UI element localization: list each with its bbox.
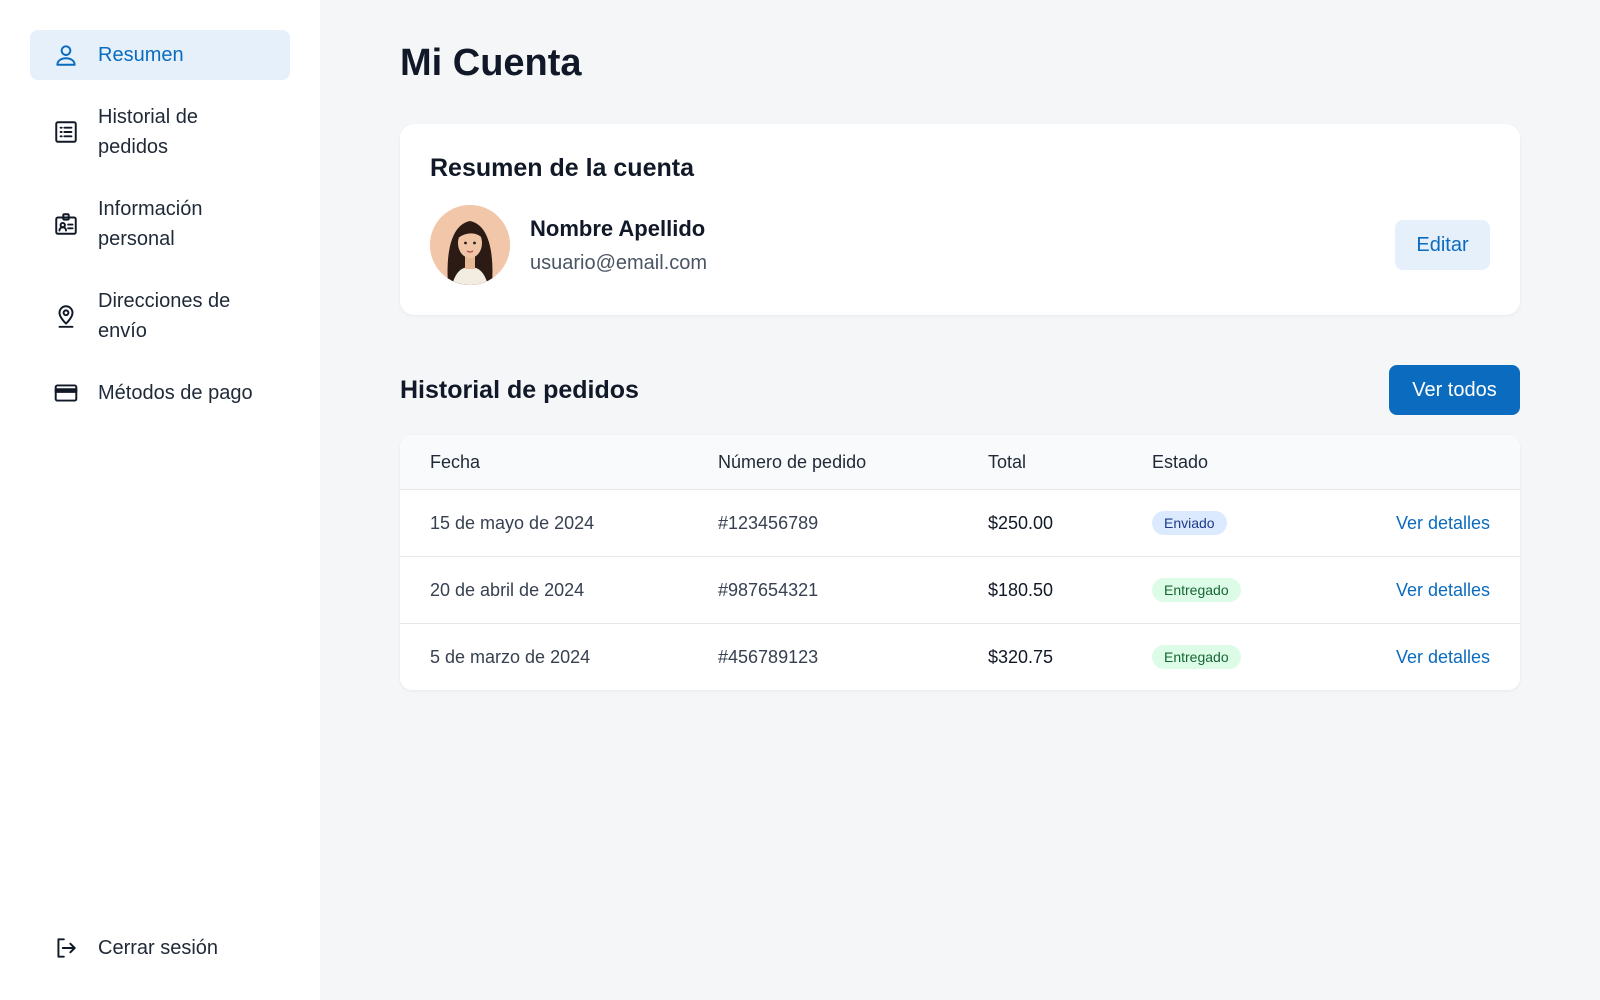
orders-title: Historial de pedidos [400,375,639,404]
sidebar-nav: Resumen Historial de pedidos Información… [30,30,290,418]
page-title: Mi Cuenta [400,42,582,84]
order-number: #456789123 [718,646,819,667]
logout-label: Cerrar sesión [98,936,219,959]
sidebar-item-label: Resumen [98,44,184,66]
sidebar-item-label: Información personal [98,198,203,250]
status-badge: Entregado [1152,578,1241,602]
column-header-order-number: Número de pedido [718,451,867,472]
order-action-cell: Ver detalles [1352,513,1490,534]
table-row: 15 de mayo de 2024 #123456789 $250.00 En… [400,489,1520,556]
order-action-cell: Ver detalles [1352,580,1490,601]
sidebar-item-direcciones[interactable]: Direcciones de envío [30,276,290,356]
list-icon [52,118,80,146]
profile-email: usuario@email.com [530,251,708,274]
profile-info: Nombre Apellido usuario@email.com [530,216,1395,275]
app: Resumen Historial de pedidos Información… [0,0,1600,1000]
id-card-icon [52,210,80,238]
location-pin-icon [52,302,80,330]
logout-button[interactable]: Cerrar sesión [30,924,290,972]
sidebar-item-historial[interactable]: Historial de pedidos [30,92,290,172]
profile-row: Nombre Apellido usuario@email.com Editar [430,205,1490,285]
sidebar-item-resumen[interactable]: Resumen [30,30,290,80]
order-number: #123456789 [718,512,819,533]
column-header-total: Total [988,451,1027,472]
sidebar-item-label: Métodos de pago [98,382,253,404]
view-details-link[interactable]: Ver detalles [1396,513,1490,533]
order-status-cell: Entregado [1152,645,1352,669]
sidebar-item-label: Historial de pedidos [98,106,199,158]
order-total: $180.50 [988,579,1054,600]
order-status-cell: Enviado [1152,511,1352,535]
user-icon [52,41,80,69]
edit-button[interactable]: Editar [1395,220,1490,270]
profile-name: Nombre Apellido [530,215,706,241]
orders-header: Historial de pedidos Ver todos [400,365,1520,415]
table-row: 20 de abril de 2024 #987654321 $180.50 E… [400,556,1520,623]
orders-table: Fecha Número de pedido Total Estado 15 d… [400,435,1520,690]
account-summary-card: Resumen de la cuenta Nombre Apellido usu… [400,124,1520,315]
order-date: 5 de marzo de 2024 [430,646,591,667]
table-header-row: Fecha Número de pedido Total Estado [400,435,1520,489]
order-total: $250.00 [988,512,1054,533]
view-all-button[interactable]: Ver todos [1389,365,1520,415]
order-number: #987654321 [718,579,819,600]
main-content: Mi Cuenta Resumen de la cuenta Nombre Ap… [320,0,1600,1000]
order-date: 20 de abril de 2024 [430,579,585,600]
sidebar-item-metodos-pago[interactable]: Métodos de pago [30,368,290,418]
status-badge: Entregado [1152,645,1241,669]
credit-card-icon [52,379,80,407]
view-details-link[interactable]: Ver detalles [1396,580,1490,600]
order-action-cell: Ver detalles [1352,647,1490,668]
avatar [430,205,510,285]
table-row: 5 de marzo de 2024 #456789123 $320.75 En… [400,623,1520,690]
sidebar-item-label: Direcciones de envío [98,290,231,342]
sidebar: Resumen Historial de pedidos Información… [0,0,320,1000]
order-status-cell: Entregado [1152,578,1352,602]
account-summary-title: Resumen de la cuenta [430,154,694,182]
view-details-link[interactable]: Ver detalles [1396,647,1490,667]
logout-icon [52,934,80,962]
column-header-date: Fecha [430,451,481,472]
sidebar-item-informacion[interactable]: Información personal [30,184,290,264]
order-date: 15 de mayo de 2024 [430,512,595,533]
column-header-status: Estado [1152,451,1209,472]
order-total: $320.75 [988,646,1054,667]
status-badge: Enviado [1152,511,1227,535]
